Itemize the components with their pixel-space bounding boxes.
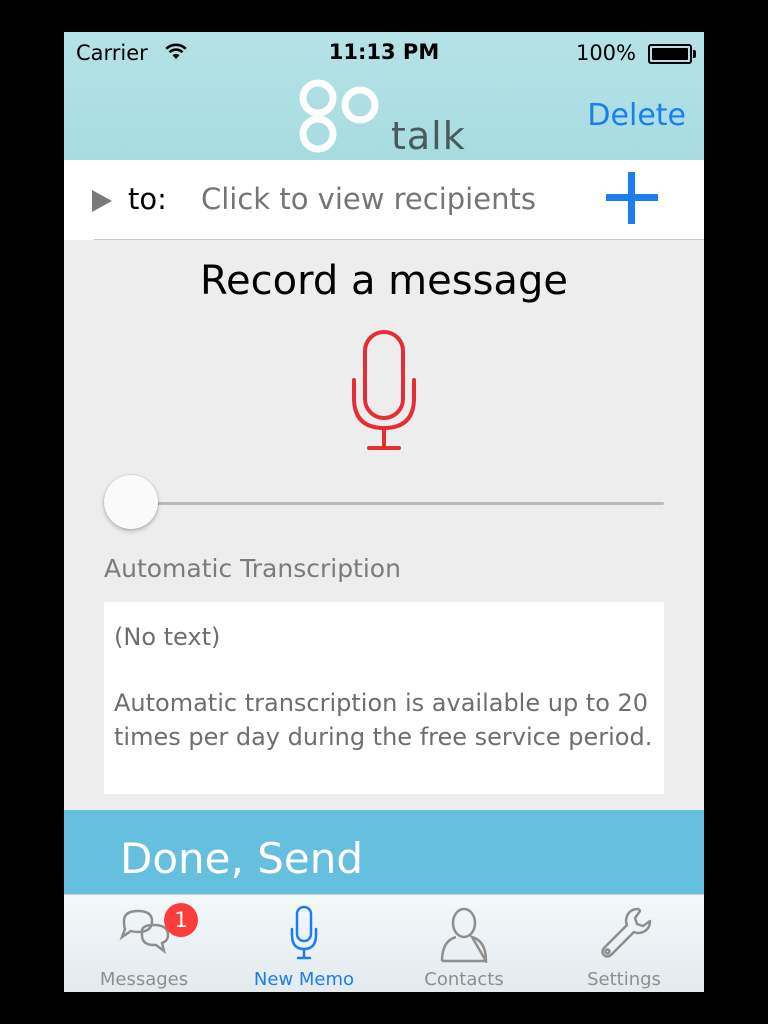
tab-new-memo[interactable]: New Memo <box>224 895 384 992</box>
recipients-input[interactable] <box>201 182 601 216</box>
delete-button[interactable]: Delete <box>587 98 686 133</box>
battery-percent: 100% <box>575 41 636 65</box>
device-screen: Carrier 11:13 PM 100% talk Delete to: Cl… <box>64 32 704 992</box>
wrench-icon <box>601 907 652 958</box>
tab-contacts[interactable]: Contacts <box>384 895 544 992</box>
transcription-status: (No text) <box>114 623 221 651</box>
person-icon <box>440 907 488 963</box>
microphone-icon[interactable] <box>349 328 419 454</box>
transcription-label: Automatic Transcription <box>104 554 401 583</box>
recipients-row[interactable]: to: <box>64 160 704 240</box>
divider <box>94 239 704 240</box>
logo-talk-text: talk <box>391 114 466 158</box>
transcription-info: Automatic transcription is available up … <box>114 689 653 751</box>
header-bar: Carrier 11:13 PM 100% talk Delete <box>64 32 704 160</box>
microphone-icon <box>290 905 318 960</box>
disclosure-triangle-icon[interactable] <box>92 190 112 212</box>
gotalk-logo: talk <box>296 76 466 160</box>
done-send-button[interactable]: Done, Send <box>64 810 704 894</box>
go-logo-icon <box>299 79 379 153</box>
tab-new-memo-label: New Memo <box>253 969 355 990</box>
tab-messages[interactable]: 1 Messages <box>64 895 224 992</box>
tab-settings-label: Settings <box>587 969 661 990</box>
playback-slider[interactable] <box>104 474 664 530</box>
tab-settings[interactable]: Settings <box>544 895 704 992</box>
battery-icon <box>648 44 696 64</box>
slider-track[interactable] <box>104 502 664 505</box>
unread-badge: 1 <box>164 903 198 937</box>
transcription-box: (No text) Automatic transcription is ava… <box>104 602 664 794</box>
status-bar: Carrier 11:13 PM 100% <box>64 32 704 72</box>
record-title: Record a message <box>200 258 568 304</box>
done-send-label: Done, Send <box>120 834 363 883</box>
add-recipient-button[interactable] <box>606 172 658 224</box>
slider-thumb[interactable] <box>104 475 158 529</box>
to-label: to: <box>128 182 167 216</box>
tab-bar: 1 Messages New Memo Contacts Settings <box>64 894 704 992</box>
tab-messages-label: Messages <box>99 969 189 990</box>
tab-contacts-label: Contacts <box>424 969 504 990</box>
